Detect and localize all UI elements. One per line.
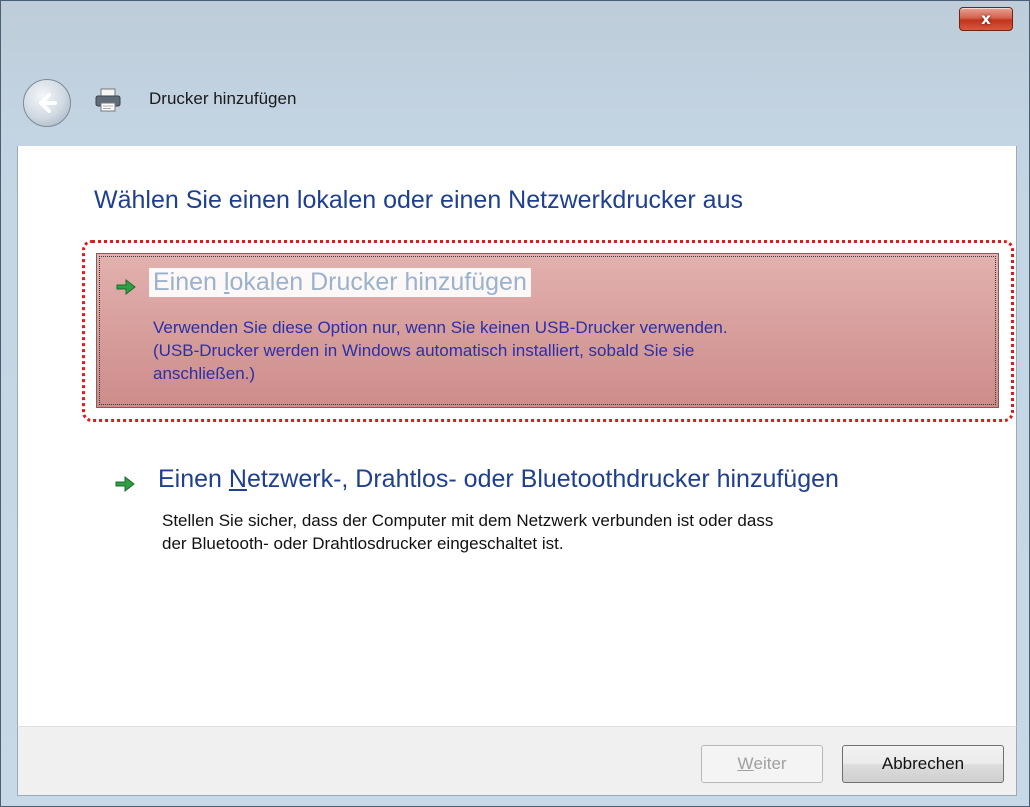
description-line: Stellen Sie sicher, dass der Computer mi… [162,511,774,530]
option-add-network-printer[interactable]: Einen Netzwerk-, Drahtlos- oder Bluetoot… [96,459,999,569]
cancel-button[interactable]: Abbrechen [842,745,1004,783]
option-network-description: Stellen Sie sicher, dass der Computer mi… [162,509,982,555]
close-icon: x [981,10,991,28]
green-arrow-icon [115,475,135,493]
printer-icon [95,88,121,112]
close-button[interactable]: x [959,7,1013,31]
next-button[interactable]: Weiter [701,745,823,783]
back-arrow-icon [39,93,57,113]
description-line: Verwenden Sie diese Option nur, wenn Sie… [153,318,728,337]
description-line: (USB-Drucker werden in Windows automatis… [153,341,695,360]
option-network-title[interactable]: Einen Netzwerk-, Drahtlos- oder Bluetoot… [158,465,839,494]
page-heading: Wählen Sie einen lokalen oder einen Netz… [94,186,743,214]
window-title: Drucker hinzufügen [149,89,297,108]
wizard-content: Wählen Sie einen lokalen oder einen Netz… [17,146,1017,726]
option-add-local-printer[interactable]: Einen lokalen Drucker hinzufügen Verwend… [96,253,999,408]
description-line: anschließen.) [153,364,256,383]
description-line: der Bluetooth- oder Drahtlosdrucker eing… [162,534,564,553]
blurred-background-window [151,1,1030,146]
green-arrow-icon [116,278,136,296]
dialog-window: x Drucker hinzufügen Wählen Sie einen lo… [0,0,1030,807]
wizard-footer: Weiter Abbrechen [17,726,1017,796]
option-local-title[interactable]: Einen lokalen Drucker hinzufügen [149,268,531,297]
option-local-description: Verwenden Sie diese Option nur, wenn Sie… [153,316,973,385]
back-button[interactable] [23,79,71,127]
